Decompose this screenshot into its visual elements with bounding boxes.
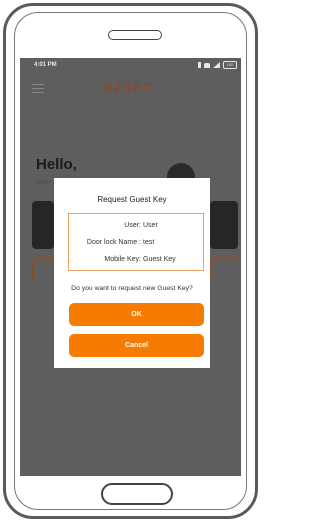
bluetooth-icon xyxy=(198,62,201,68)
menu-icon[interactable] xyxy=(32,84,44,94)
status-bar: 4:01 PM 100 xyxy=(20,58,241,74)
info-value: User xyxy=(143,222,158,229)
info-value: test xyxy=(143,239,155,246)
status-icons: 100 xyxy=(198,61,237,69)
dialog-title: Request Guest Key xyxy=(97,195,167,204)
wifi-icon xyxy=(204,62,210,68)
home-button[interactable] xyxy=(101,483,173,505)
info-value: Guest Key xyxy=(143,256,176,263)
cancel-button[interactable]: Cancel xyxy=(69,334,204,357)
info-label: Door lock Name : xyxy=(86,239,141,246)
action-button-left[interactable] xyxy=(32,258,54,284)
app-screen: 4:01 PM 100 EZSET. Hello, User Request G… xyxy=(20,58,241,476)
ok-button[interactable]: OK xyxy=(69,303,204,326)
info-label: User: xyxy=(124,222,141,229)
lock-card-right[interactable] xyxy=(210,201,238,249)
request-guest-key-dialog: Request Guest Key User: User Door lock N… xyxy=(54,178,210,368)
info-box: User: User Door lock Name : test Mobile … xyxy=(68,213,204,271)
app-logo: EZSET. xyxy=(104,81,158,95)
lock-card-left[interactable] xyxy=(32,201,54,249)
signal-icon xyxy=(213,62,220,68)
action-button-right[interactable] xyxy=(210,258,238,284)
greeting: Hello, xyxy=(36,156,77,173)
status-time: 4:01 PM xyxy=(34,62,57,68)
speaker-slot xyxy=(108,30,162,40)
battery-icon: 100 xyxy=(223,61,237,69)
user-subtitle: User xyxy=(36,179,51,186)
info-label: Mobile Key: xyxy=(104,256,141,263)
dialog-question: Do you want to request new Guest Key? xyxy=(71,285,193,292)
